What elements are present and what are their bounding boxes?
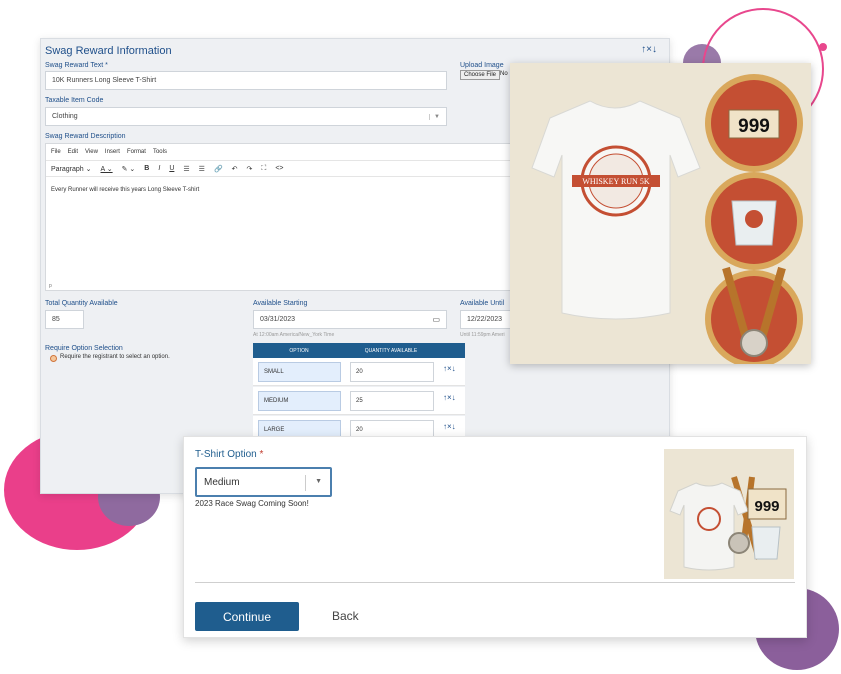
bold-icon[interactable]: B xyxy=(144,165,149,172)
total-quantity-input[interactable]: 85 xyxy=(45,310,84,329)
total-quantity-label: Total Quantity Available xyxy=(45,300,118,307)
row-reorder-controls[interactable]: ↑×↓ xyxy=(443,393,456,402)
taxable-code-select[interactable]: Clothing ▼ xyxy=(45,107,447,126)
underline-icon[interactable]: U xyxy=(169,165,174,172)
option-name-input[interactable]: SMALL xyxy=(258,362,341,382)
taxable-code-value: Clothing xyxy=(52,113,78,120)
tshirt-option-label-text: T-Shirt Option xyxy=(195,449,257,460)
available-until-label: Available Until xyxy=(460,300,505,307)
bib-number: 999 xyxy=(738,116,770,137)
menu-view[interactable]: View xyxy=(85,149,98,155)
tshirt-option-card: T-Shirt Option * Medium ▼ 2023 Race Swag… xyxy=(183,436,807,638)
reward-text-input[interactable]: 10K Runners Long Sleeve T-Shirt xyxy=(45,71,447,90)
selected-size: Medium xyxy=(204,476,240,488)
row-reorder-controls[interactable]: ↑×↓ xyxy=(443,364,456,373)
coming-soon-text: 2023 Race Swag Coming Soon! xyxy=(195,499,309,508)
editor-menubar: File Edit View Insert Format Tools xyxy=(51,149,167,155)
require-option-label: Require Option Selection xyxy=(45,345,123,352)
no-file-text: No xyxy=(500,71,508,77)
available-starting-note: At 12:00am America/New_York Time xyxy=(253,332,335,338)
option-column-header: OPTION xyxy=(289,347,309,354)
tshirt-option-label: T-Shirt Option * xyxy=(195,449,263,460)
section-divider xyxy=(195,582,795,583)
redo-icon[interactable]: ↷ xyxy=(247,165,253,173)
continue-button[interactable]: Continue xyxy=(195,602,299,631)
rich-text-editor[interactable]: File Edit View Insert Format Tools Parag… xyxy=(45,143,545,291)
menu-tools[interactable]: Tools xyxy=(153,149,167,155)
editor-toolbar: Paragraph ⌄ A ⌄ ✎ ⌄ B I U ☰ ☰ 🔗 ↶ ↷ ⛶ <> xyxy=(46,160,544,177)
swag-illustration: WHISKEY RUN 5K 999 xyxy=(531,74,803,364)
swag-thumbnail-illustration: 999 xyxy=(669,476,787,571)
thumb-bib-number: 999 xyxy=(754,498,779,515)
chevron-down-icon: ▼ xyxy=(429,113,440,120)
italic-icon[interactable]: I xyxy=(158,165,160,172)
paragraph-format-select[interactable]: Paragraph ⌄ xyxy=(51,165,92,173)
highlight-icon[interactable]: ✎ ⌄ xyxy=(122,165,136,173)
option-quantity-input[interactable]: 25 xyxy=(350,391,434,411)
swag-product-image: WHISKEY RUN 5K 999 xyxy=(510,63,811,364)
tshirt-size-select[interactable]: Medium ▼ xyxy=(195,467,332,497)
numbered-list-icon[interactable]: ☰ xyxy=(199,165,205,173)
editor-path: p xyxy=(49,283,52,289)
available-starting-input[interactable]: 03/31/2023 ▭ xyxy=(253,310,447,329)
editor-content[interactable]: Every Runner will receive this years Lon… xyxy=(51,187,199,193)
required-mark: * xyxy=(259,449,264,460)
choose-file-button[interactable]: Choose File xyxy=(460,70,501,80)
source-code-icon[interactable]: <> xyxy=(275,165,283,172)
available-starting-label: Available Starting xyxy=(253,300,308,307)
text-color-icon[interactable]: A ⌄ xyxy=(101,165,113,173)
reorder-remove-controls[interactable]: ↑×↓ xyxy=(641,44,657,55)
upload-image-label: Upload Image xyxy=(460,62,504,69)
back-button[interactable]: Back xyxy=(332,609,359,623)
available-until-note: Until 11:59pm Ameri xyxy=(460,332,505,338)
panel-title: Swag Reward Information xyxy=(45,45,172,57)
bullet-list-icon[interactable]: ☰ xyxy=(183,165,189,173)
description-label: Swag Reward Description xyxy=(45,133,126,140)
menu-insert[interactable]: Insert xyxy=(105,149,120,155)
table-row: SMALL 20 ↑×↓ xyxy=(253,358,465,386)
option-name-input[interactable]: MEDIUM xyxy=(258,391,341,411)
table-row: MEDIUM 25 ↑×↓ xyxy=(253,387,465,415)
fullscreen-icon[interactable]: ⛶ xyxy=(261,165,266,173)
available-starting-value: 03/31/2023 xyxy=(260,316,296,323)
require-option-radio[interactable] xyxy=(50,355,57,362)
logo-text: WHISKEY RUN 5K xyxy=(582,177,649,186)
paragraph-label: Paragraph xyxy=(51,165,84,173)
menu-format[interactable]: Format xyxy=(127,149,146,155)
calendar-icon[interactable]: ▭ xyxy=(432,315,440,324)
require-option-text: Require the registrant to select an opti… xyxy=(60,354,170,360)
swag-thumbnail: 999 xyxy=(664,449,794,579)
options-table: OPTION QUANTITY AVAILABLE SMALL 20 ↑×↓ M… xyxy=(253,343,465,444)
chevron-down-icon: ▼ xyxy=(315,478,322,485)
quantity-column-header: QUANTITY AVAILABLE xyxy=(364,347,418,354)
undo-icon[interactable]: ↶ xyxy=(232,165,238,173)
row-reorder-controls[interactable]: ↑×↓ xyxy=(443,422,456,431)
menu-file[interactable]: File xyxy=(51,149,61,155)
select-divider xyxy=(305,475,306,491)
option-quantity-input[interactable]: 20 xyxy=(350,362,434,382)
menu-edit[interactable]: Edit xyxy=(68,149,78,155)
link-icon[interactable]: 🔗 xyxy=(214,165,223,173)
options-table-header: OPTION QUANTITY AVAILABLE xyxy=(253,343,465,358)
reward-text-label: Swag Reward Text * xyxy=(45,62,108,69)
taxable-code-label: Taxable Item Code xyxy=(45,97,104,104)
